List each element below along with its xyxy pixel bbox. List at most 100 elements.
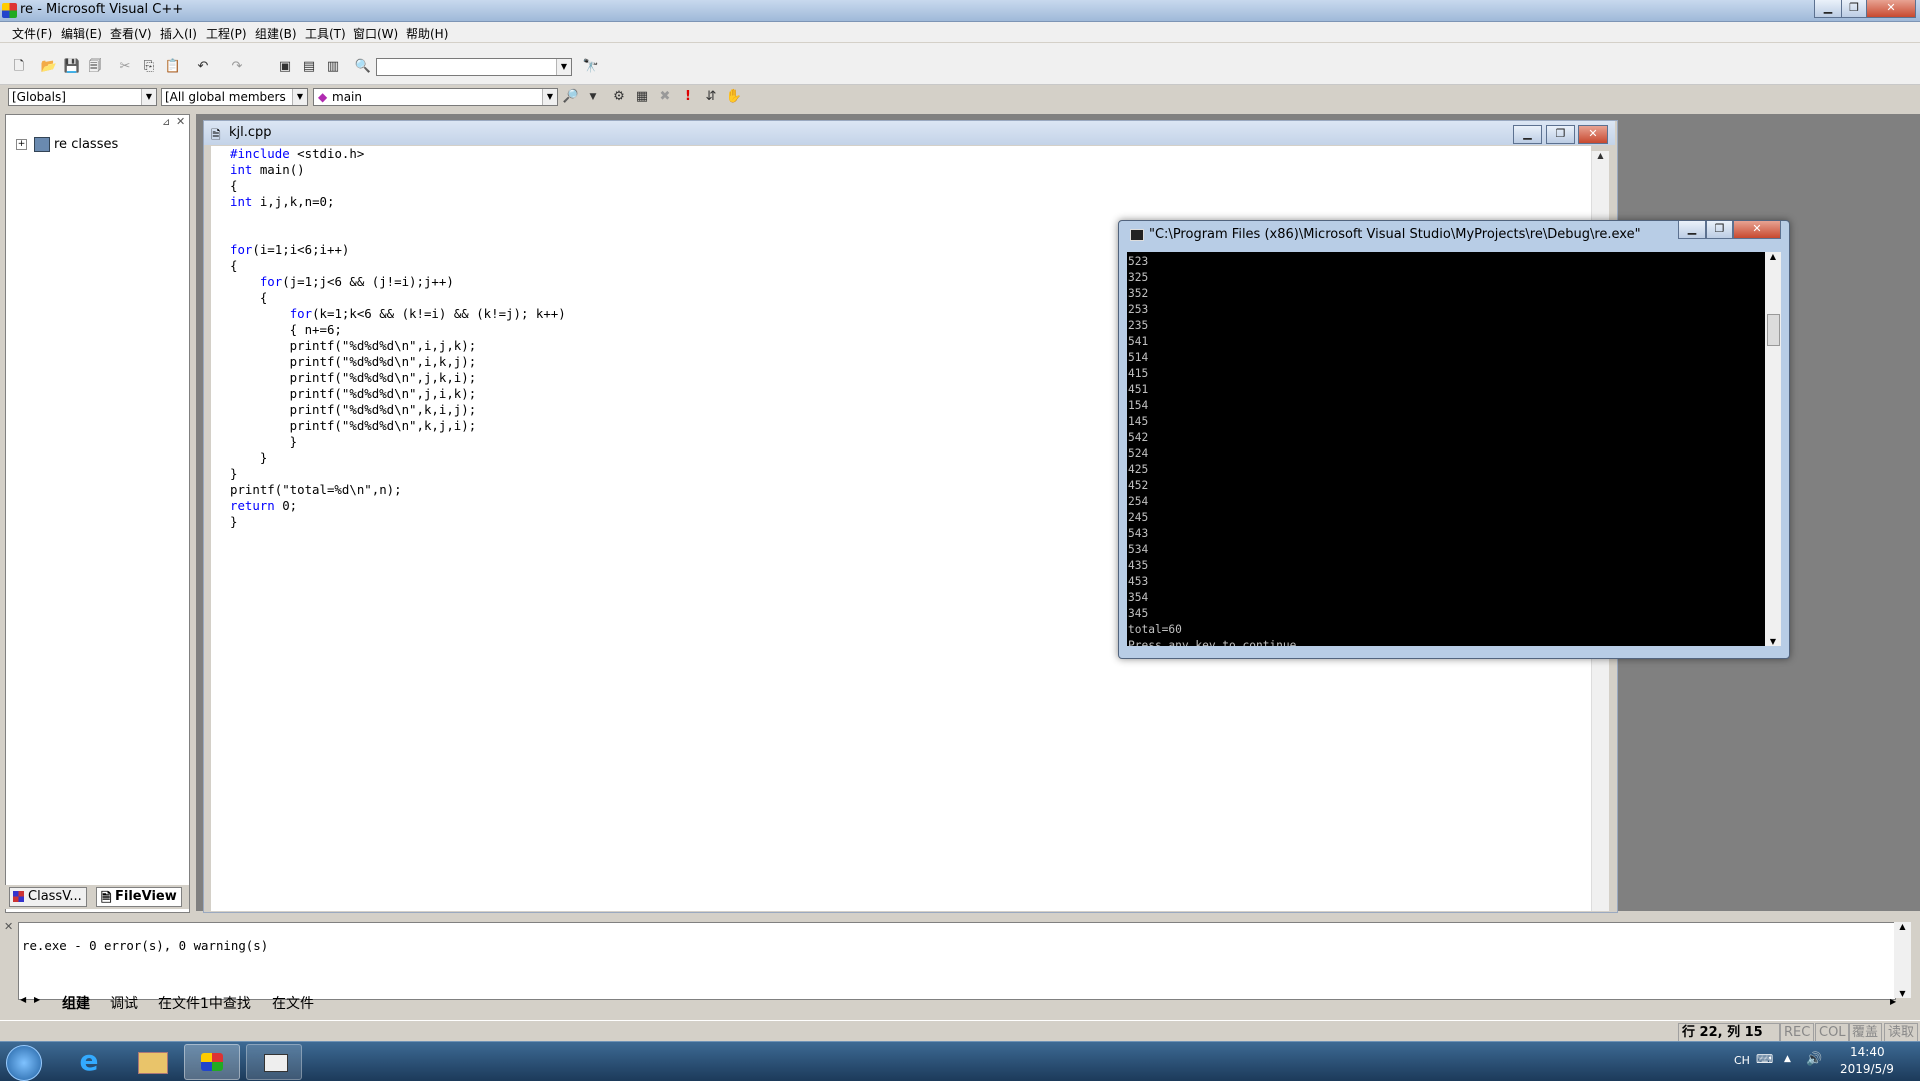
scroll-up-icon[interactable]: ▲ [1765, 252, 1781, 261]
open-folder-icon[interactable]: 📂 [40, 58, 58, 76]
copy-icon[interactable]: ⎘ [140, 58, 158, 76]
editor-minimize-button[interactable]: ▁ [1513, 125, 1542, 144]
find-binoculars-icon[interactable]: 🔭 [582, 58, 600, 76]
close-button[interactable]: ✕ [1866, 0, 1916, 18]
scroll-up-icon[interactable]: ▲ [1592, 151, 1609, 160]
compile-icon[interactable]: ⚙ [610, 88, 628, 106]
chevron-down-icon[interactable]: ▼ [542, 89, 557, 105]
function-combo[interactable]: ◆ main ▼ [313, 88, 558, 106]
menu-build[interactable]: 组建(B) [255, 25, 297, 42]
console-close-button[interactable]: ✕ [1733, 221, 1781, 239]
menu-help[interactable]: 帮助(H) [406, 25, 448, 42]
globals-combo-value: [Globals] [12, 90, 66, 104]
cpp-file-icon: 🗎 [211, 128, 221, 142]
console-minimize-button[interactable]: ▁ [1678, 221, 1706, 239]
menu-window[interactable]: 窗口(W) [353, 25, 398, 42]
chevron-down-icon[interactable]: ▼ [292, 89, 307, 105]
ie-icon[interactable]: e [62, 1044, 116, 1078]
code-text[interactable]: #include <stdio.h> int main() { int i,j,… [230, 146, 566, 530]
console-scroll-thumb[interactable] [1767, 314, 1780, 346]
chevron-down-icon[interactable]: ▼ [141, 89, 156, 105]
clock-date[interactable]: 2019/5/9 [1840, 1062, 1894, 1076]
workspace-icon[interactable]: ▣ [276, 58, 294, 76]
menu-view[interactable]: 查看(V) [110, 25, 152, 42]
save-icon[interactable]: 💾 [63, 58, 81, 76]
minimize-button[interactable]: ▁ [1814, 0, 1842, 18]
console-output: 523 325 352 253 235 541 514 415 451 154 … [1127, 252, 1765, 646]
restore-button[interactable]: ❐ [1841, 0, 1867, 18]
windows-list-icon[interactable]: ▥ [324, 58, 342, 76]
toolbar-area: 🗋 📂 💾 🗐 ✂ ⎘ 📋 ↶ ↷ ▣ ▤ ▥ 🔍 ▼ 🔭 [Globals] … [0, 43, 1920, 106]
undo-icon[interactable]: ↶ [194, 58, 212, 76]
fileview-icon: 🗎 [101, 891, 112, 906]
tab-scroll-left-icon[interactable]: ◀ [20, 995, 26, 1004]
find-in-files-icon[interactable]: 🔍 [354, 58, 372, 76]
language-indicator[interactable]: CH [1734, 1054, 1750, 1067]
tab-debug[interactable]: 调试 [110, 993, 138, 1013]
tab-fileview[interactable]: 🗎 FileView [96, 887, 182, 907]
menu-bar: 文件(F) 编辑(E) 查看(V) 插入(I) 工程(P) 组建(B) 工具(T… [0, 22, 1920, 42]
close-icon[interactable]: ✕ [176, 115, 185, 128]
function-diamond-icon: ◆ [318, 90, 328, 104]
save-all-icon[interactable]: 🗐 [86, 58, 104, 76]
members-combo[interactable]: [All global members ▼ [161, 88, 308, 106]
wizard-actions-icon[interactable]: 🔎 [562, 88, 580, 106]
overwrite-indicator: 覆盖 [1848, 1023, 1883, 1042]
tab-find-in-files-2[interactable]: 在文件 [272, 993, 314, 1013]
read-only-indicator: 读取 [1884, 1023, 1919, 1042]
menu-edit[interactable]: 编辑(E) [61, 25, 102, 42]
editor-close-button[interactable]: ✕ [1578, 125, 1608, 144]
console-scrollbar[interactable]: ▲ ▼ [1765, 252, 1781, 646]
paste-icon[interactable]: 📋 [164, 58, 182, 76]
console-restore-button[interactable]: ❐ [1706, 221, 1733, 239]
execute-icon[interactable]: ! [679, 88, 697, 106]
tab-build[interactable]: 组建 [62, 993, 90, 1013]
editor-restore-button[interactable]: ❐ [1546, 125, 1575, 144]
cut-icon[interactable]: ✂ [116, 58, 134, 76]
function-combo-value: main [332, 90, 362, 104]
editor-filename: kjl.cpp [229, 125, 272, 140]
scroll-down-icon[interactable]: ▼ [1765, 637, 1781, 646]
clock-time[interactable]: 14:40 [1850, 1045, 1885, 1059]
tray-expand-icon[interactable]: ▲ [1784, 1054, 1791, 1064]
dock-pin-icon[interactable]: ⊿ [162, 117, 170, 128]
menu-insert[interactable]: 插入(I) [160, 25, 197, 42]
explorer-icon[interactable] [124, 1044, 178, 1078]
window-title: re - Microsoft Visual C++ [20, 2, 184, 17]
tab-classview[interactable]: ClassV... [9, 887, 87, 907]
volume-icon[interactable]: 🔊 [1806, 1052, 1822, 1067]
keyboard-icon[interactable]: ⌨ [1756, 1052, 1773, 1066]
visual-cpp-taskbar-button[interactable] [184, 1044, 240, 1080]
workspace-tabs: ClassV... 🗎 FileView [5, 885, 189, 909]
tab-scroll-right-icon[interactable]: ▶ [34, 995, 40, 1004]
build-icon[interactable]: ▦ [633, 88, 651, 106]
globals-combo[interactable]: [Globals] ▼ [8, 88, 157, 106]
redo-icon[interactable]: ↷ [228, 58, 246, 76]
scroll-up-icon[interactable]: ▲ [1894, 922, 1911, 931]
scroll-right-icon[interactable]: ▶ [1890, 997, 1896, 1006]
start-button[interactable] [6, 1045, 42, 1081]
go-icon[interactable]: ⇵ [702, 88, 720, 106]
menu-tools[interactable]: 工具(T) [305, 25, 346, 42]
menu-project[interactable]: 工程(P) [206, 25, 247, 42]
scroll-down-icon[interactable]: ▼ [1894, 989, 1911, 998]
classes-folder-icon [34, 137, 50, 152]
output-text-area[interactable]: re.exe - 0 error(s), 0 warning(s) [18, 922, 1896, 1000]
output-scrollbar[interactable]: ▲ ▼ [1894, 922, 1911, 998]
console-app-icon [264, 1054, 288, 1072]
chevron-down-icon[interactable]: ▼ [584, 88, 602, 106]
console-taskbar-button[interactable] [246, 1044, 302, 1080]
menu-file[interactable]: 文件(F) [12, 25, 52, 42]
members-combo-value: [All global members [165, 90, 286, 104]
chevron-down-icon[interactable]: ▼ [556, 59, 571, 75]
breakpoint-hand-icon[interactable]: ✋ [725, 88, 743, 106]
output-window-icon[interactable]: ▤ [300, 58, 318, 76]
new-file-icon[interactable]: 🗋 [10, 58, 28, 76]
close-icon[interactable]: ✕ [4, 920, 13, 933]
find-combo[interactable]: ▼ [376, 58, 572, 76]
tree-root-label[interactable]: re classes [54, 137, 118, 152]
tab-fileview-label: FileView [115, 889, 177, 904]
tab-find-in-files-1[interactable]: 在文件1中查找 [158, 993, 251, 1013]
tree-expand-icon[interactable]: + [16, 139, 27, 150]
stop-build-icon[interactable]: ✖ [656, 88, 674, 106]
